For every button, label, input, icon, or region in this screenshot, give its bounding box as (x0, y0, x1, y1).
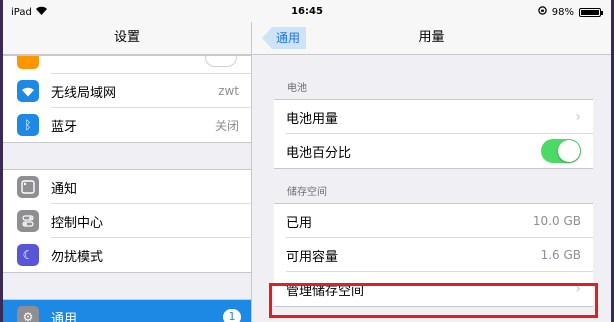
sidebar-item-wifi[interactable]: 无线局域网 zwt (3, 74, 251, 108)
sidebar-item-bluetooth[interactable]: ᛒ 蓝牙 关闭 (3, 108, 251, 142)
sidebar-item-general[interactable]: ⚙ 通用 1 (3, 300, 251, 322)
battery-percentage-row: 电池百分比 (274, 134, 593, 168)
notification-icon (17, 176, 39, 198)
sidebar-item-label: 通知 (51, 181, 78, 197)
storage-available-row: 可用容量 1.6 GB (274, 238, 593, 272)
row-label: 管理储存空间 (286, 283, 365, 299)
sidebar-group-connectivity: 无线局域网 zwt ᛒ 蓝牙 关闭 (3, 55, 251, 143)
storage-used-value: 10.0 GB (532, 214, 581, 228)
bluetooth-status: 关闭 (214, 118, 239, 133)
sidebar-item-label: 蓝牙 (51, 119, 78, 135)
sidebar-item-notifications[interactable]: 通知 (3, 170, 251, 204)
sidebar-item-label: 控制中心 (51, 215, 104, 231)
ipad-screen: iPad 16:45 98% 设置 无线局域网 zwt ᛒ 蓝牙 关闭 通知 控… (0, 0, 614, 322)
sidebar-item-label: 无线局域网 (51, 85, 117, 101)
battery-group: 电池用量 › 电池百分比 (274, 99, 593, 169)
storage-available-value: 1.6 GB (540, 248, 581, 262)
detail-nav-bar: 通用 用量 (252, 22, 611, 55)
status-bar: iPad 16:45 98% (3, 0, 611, 22)
sidebar-item-do-not-disturb[interactable]: ☾ 勿扰模式 (3, 238, 251, 272)
section-header-battery: 电池 (287, 83, 307, 94)
airplane-toggle[interactable] (205, 56, 237, 67)
wifi-icon (17, 80, 39, 102)
chevron-right-icon: › (575, 281, 581, 297)
battery-icon (579, 7, 603, 17)
sidebar-item-control-center[interactable]: 控制中心 (3, 204, 251, 238)
section-header-storage: 储存空间 (287, 187, 327, 198)
sidebar-title: 设置 (3, 22, 251, 55)
moon-icon: ☾ (17, 244, 39, 266)
gear-icon: ⚙ (17, 306, 39, 322)
row-label: 电池百分比 (286, 145, 352, 161)
sidebar-group-system: 通知 控制中心 ☾ 勿扰模式 (3, 169, 251, 273)
bluetooth-icon: ᛒ (17, 114, 39, 136)
battery-usage-row[interactable]: 电池用量 › (274, 100, 593, 134)
page-title: 用量 (418, 30, 445, 45)
row-label: 可用容量 (286, 249, 339, 265)
control-center-icon (17, 210, 39, 232)
storage-group: 已用 10.0 GB 可用容量 1.6 GB 管理储存空间 › (274, 203, 593, 307)
sidebar-item-partial[interactable] (3, 56, 251, 74)
usage-detail-pane: 通用 用量 电池 电池用量 › 电池百分比 储存空间 已用 10.0 GB 可用… (252, 22, 611, 322)
sidebar-item-label: 通用 (51, 311, 78, 322)
back-button[interactable]: 通用 (262, 27, 307, 49)
airplane-mode-icon (17, 56, 39, 69)
battery-percent: 98% (551, 6, 574, 18)
row-label: 电池用量 (286, 111, 339, 127)
wifi-network-name: zwt (218, 84, 239, 98)
update-badge: 1 (223, 309, 241, 322)
manage-storage-row[interactable]: 管理储存空间 › (274, 272, 593, 306)
rotation-lock-icon (538, 6, 547, 18)
sidebar-item-label: 勿扰模式 (51, 249, 104, 265)
settings-sidebar: 设置 无线局域网 zwt ᛒ 蓝牙 关闭 通知 控制中心 ☾ 勿扰模式 ⚙ 通用… (3, 22, 252, 322)
sidebar-group-general: ⚙ 通用 1 (3, 299, 251, 322)
status-time: 16:45 (291, 6, 323, 17)
storage-used-row: 已用 10.0 GB (274, 204, 593, 238)
chevron-right-icon: › (575, 109, 581, 125)
row-label: 已用 (286, 215, 313, 231)
battery-percentage-toggle[interactable] (541, 139, 581, 163)
